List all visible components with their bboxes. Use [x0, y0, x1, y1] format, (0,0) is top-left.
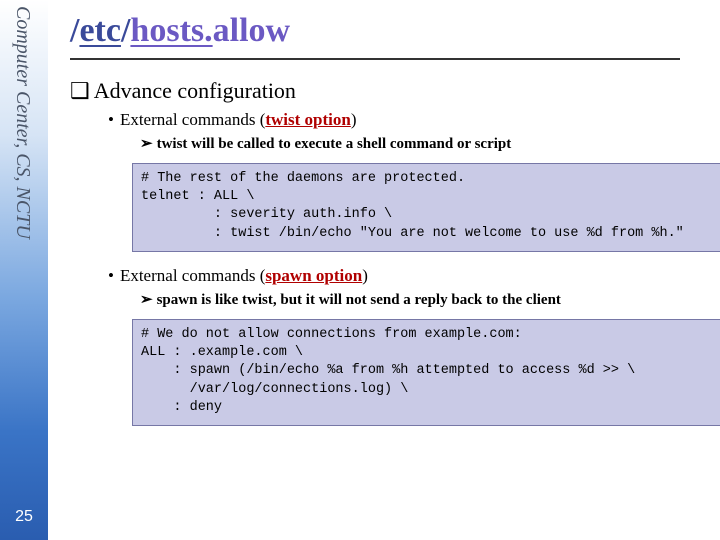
- spawn-suffix: ): [362, 266, 368, 285]
- arrow-bullet-icon: ➢: [140, 135, 153, 152]
- page-number: 25: [0, 508, 48, 526]
- section-heading-text: Advance configuration: [94, 78, 296, 103]
- twist-keyword: twist option: [265, 110, 350, 129]
- spawn-code-block: # We do not allow connections from examp…: [132, 319, 720, 426]
- twist-prefix: External commands (: [120, 110, 265, 129]
- slide: Computer Center, CS, NCTU 25 /etc/hosts.…: [0, 0, 720, 540]
- spawn-sub-text: spawn is like twist, but it will not sen…: [157, 292, 561, 308]
- page-title: /etc/hosts.allow: [70, 12, 704, 50]
- disc-bullet-icon: •: [108, 110, 114, 129]
- disc-bullet-icon: •: [108, 266, 114, 285]
- title-slash2: /: [121, 12, 130, 49]
- title-etc: etc: [79, 12, 121, 49]
- spawn-subbullet: ➢spawn is like twist, but it will not se…: [140, 290, 704, 309]
- spawn-prefix: External commands (: [120, 266, 265, 285]
- spawn-bullet: • External commands (spawn option): [108, 266, 704, 286]
- title-allow: allow: [213, 12, 290, 49]
- square-bullet-icon: ❑: [70, 78, 90, 103]
- section-heading: ❑Advance configuration: [70, 78, 704, 104]
- sidebar-label: Computer Center, CS, NCTU: [11, 6, 34, 239]
- twist-code: # The rest of the daemons are protected.…: [141, 170, 713, 243]
- spawn-keyword: spawn option: [265, 266, 362, 285]
- twist-sub-text: twist will be called to execute a shell …: [157, 136, 512, 152]
- spawn-code: # We do not allow connections from examp…: [141, 326, 720, 417]
- twist-suffix: ): [351, 110, 357, 129]
- twist-code-block: # The rest of the daemons are protected.…: [132, 163, 720, 252]
- twist-subbullet: ➢twist will be called to execute a shell…: [140, 134, 704, 153]
- arrow-bullet-icon: ➢: [140, 291, 153, 308]
- content-area: /etc/hosts.allow ❑Advance configuration …: [70, 12, 704, 426]
- title-hosts: hosts.: [130, 12, 212, 49]
- twist-bullet: • External commands (twist option): [108, 110, 704, 130]
- sidebar: Computer Center, CS, NCTU 25: [0, 0, 48, 540]
- title-underline: [70, 58, 680, 60]
